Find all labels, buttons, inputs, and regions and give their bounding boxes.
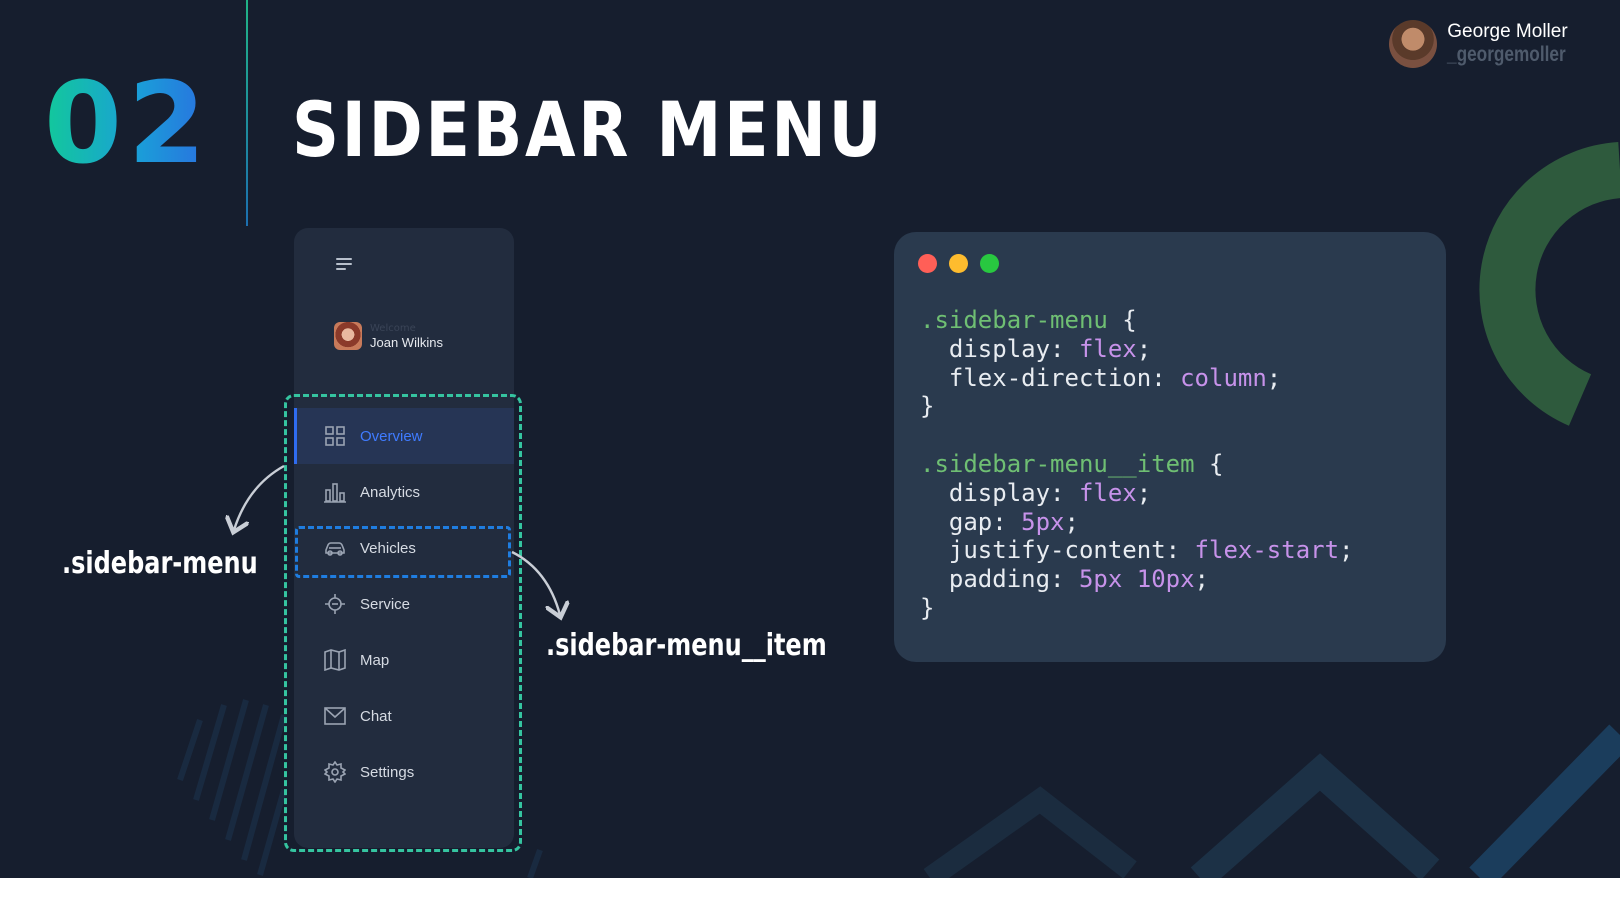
code-value: column — [1180, 363, 1267, 392]
sidebar-menu-item-highlight — [295, 526, 511, 578]
maximize-dot-icon[interactable] — [980, 254, 999, 273]
author-avatar — [1389, 20, 1438, 68]
code-selector: .sidebar-menu__item — [920, 449, 1195, 478]
code-semicolon: ; — [1339, 536, 1354, 565]
user-avatar — [334, 322, 362, 350]
window-controls — [918, 254, 999, 273]
code-semicolon: ; — [1266, 363, 1282, 392]
code-brace: { — [1194, 449, 1224, 478]
bottom-strip — [0, 878, 1620, 908]
code-property: display: — [920, 334, 1079, 363]
code-semicolon: ; — [1194, 565, 1209, 594]
code-brace: } — [920, 392, 935, 421]
code-brace: } — [920, 593, 935, 622]
code-semicolon: ; — [1136, 478, 1152, 507]
sidebar-menu-item-label: .sidebar-menu__item — [546, 628, 827, 663]
code-selector: .sidebar-menu — [920, 306, 1108, 334]
divider-line — [246, 0, 248, 226]
code-value: flex-start — [1194, 536, 1340, 565]
minimize-dot-icon[interactable] — [949, 254, 968, 273]
code-property: display: — [920, 478, 1079, 507]
user-welcome: Welcome — [370, 322, 416, 334]
author-handle: _georgemoller — [1447, 43, 1566, 66]
code-brace: { — [1107, 306, 1137, 334]
user-profile[interactable]: Welcome Joan Wilkins — [334, 322, 443, 350]
slide-number: 02 — [44, 59, 212, 189]
code-property: padding: — [920, 565, 1079, 594]
code-property: flex-direction: — [920, 363, 1181, 392]
code-window: .sidebar-menu { display: flex; flex-dire… — [894, 232, 1446, 662]
slide-title: SIDEBAR MENU — [292, 85, 885, 174]
code-semicolon: ; — [1064, 507, 1079, 536]
sidebar-menu-highlight — [284, 394, 522, 852]
code-property: gap: — [920, 507, 1022, 536]
close-dot-icon[interactable] — [918, 254, 937, 273]
author-badge: George Moller _georgemoller — [1389, 20, 1592, 68]
user-name: Joan Wilkins — [370, 334, 443, 350]
code-value: 5px — [1021, 507, 1065, 536]
code-value: flex — [1078, 478, 1137, 507]
code-value: flex — [1078, 334, 1137, 363]
code-property: justify-content: — [920, 536, 1195, 565]
code-value: 5px 10px — [1078, 565, 1195, 594]
code-semicolon: ; — [1136, 334, 1152, 363]
hamburger-menu-icon[interactable] — [336, 258, 352, 273]
author-name: George Moller — [1447, 21, 1568, 42]
code-block: .sidebar-menu { display: flex; flex-dire… — [920, 306, 1354, 623]
sidebar-menu-label: .sidebar-menu — [62, 546, 258, 581]
